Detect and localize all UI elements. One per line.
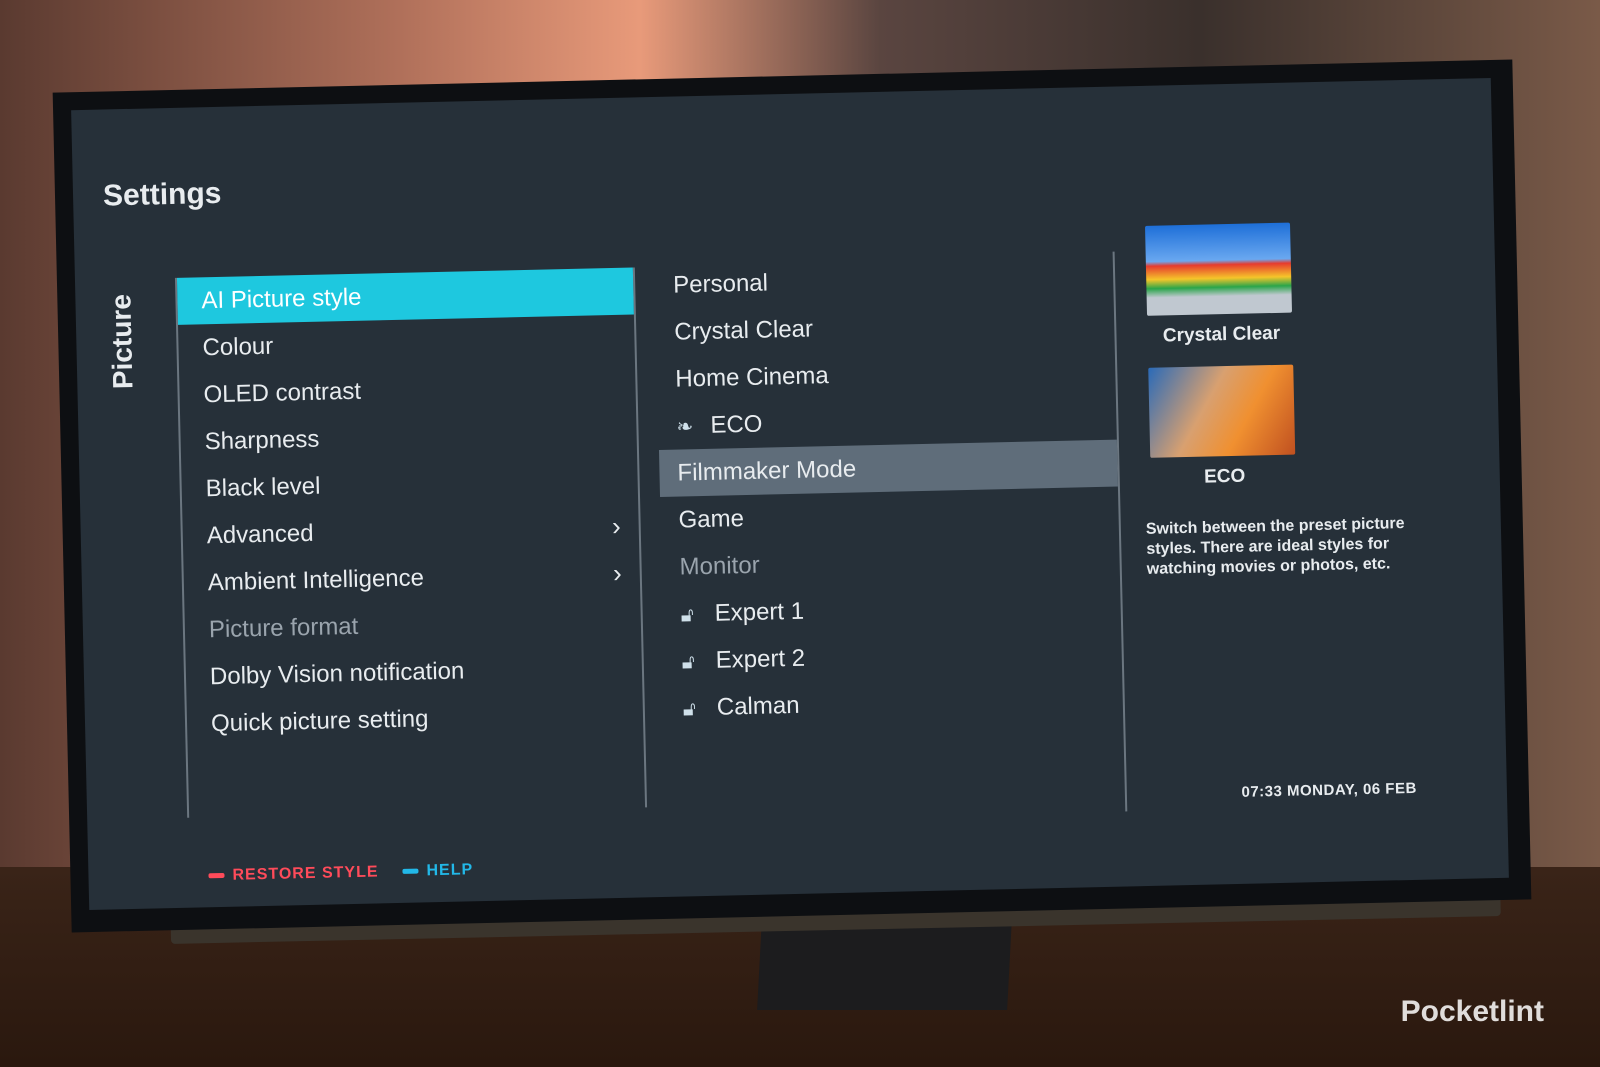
footer-hints: RESTORE STYLE HELP <box>208 861 473 885</box>
tv-screen: Settings Picture AI Picture style Colour… <box>71 77 1509 911</box>
unlock-icon: 🔓︎ <box>680 604 694 627</box>
menu-item-label: Quick picture setting <box>210 705 429 738</box>
blue-key-icon <box>402 868 419 875</box>
style-label: Game <box>678 505 745 534</box>
style-label: Calman <box>716 691 800 721</box>
description-text: Switch between the preset picture styles… <box>1145 515 1405 578</box>
menu-item-label: Dolby Vision notification <box>209 657 465 691</box>
menu-item-label: AI Picture style <box>201 283 362 315</box>
crystal-clear-thumbnail <box>1145 222 1293 316</box>
help-label: HELP <box>426 861 474 880</box>
preview-panel: Crystal Clear ECO Switch between the pre… <box>1139 219 1467 580</box>
style-calman[interactable]: 🔓︎ Calman <box>664 675 1123 732</box>
leaf-icon: ❧ <box>676 416 694 439</box>
unlock-icon: 🔓︎ <box>682 698 697 721</box>
style-label: ECO <box>710 410 763 439</box>
style-label: Crystal Clear <box>673 315 814 346</box>
watermark-logo: Pocketlint <box>1400 995 1544 1028</box>
menu-item-label: Picture format <box>208 612 359 644</box>
style-label: Expert 1 <box>714 597 805 627</box>
style-label: Expert 2 <box>715 644 806 674</box>
thumbnail-caption: ECO <box>1203 465 1246 488</box>
menu-item-label: Ambient Intelligence <box>207 564 425 597</box>
page-title: Settings <box>102 176 222 213</box>
style-label: Filmmaker Mode <box>677 455 857 487</box>
style-label: Personal <box>672 269 769 299</box>
menu-item-quick-picture-setting[interactable]: Quick picture setting <box>187 690 644 747</box>
menu-item-label: Advanced <box>206 519 314 550</box>
style-label: Home Cinema <box>675 362 830 393</box>
clock: 07:33 MONDAY, 06 FEB <box>1241 779 1418 801</box>
red-key-icon <box>208 873 225 879</box>
restore-style-label: RESTORE STYLE <box>232 863 379 884</box>
menu-item-label: Black level <box>205 472 321 503</box>
menu-item-label: Sharpness <box>204 425 320 456</box>
chevron-right-icon: › <box>611 510 622 542</box>
style-label: Monitor <box>679 551 760 581</box>
menu-item-label: Colour <box>202 332 274 362</box>
picture-menu: AI Picture style Colour OLED contrast Sh… <box>174 267 648 818</box>
restore-style-button[interactable]: RESTORE STYLE <box>208 863 379 885</box>
chevron-right-icon: › <box>612 557 623 589</box>
tab-picture[interactable]: Picture <box>105 294 139 390</box>
eco-thumbnail <box>1148 364 1296 458</box>
help-button[interactable]: HELP <box>402 861 473 881</box>
unlock-icon: 🔓︎ <box>681 651 696 674</box>
menu-item-label: OLED contrast <box>203 377 362 409</box>
picture-style-list: Personal Crystal Clear Home Cinema ❧ ECO … <box>654 251 1128 822</box>
thumbnail-caption: Crystal Clear <box>1162 322 1281 347</box>
